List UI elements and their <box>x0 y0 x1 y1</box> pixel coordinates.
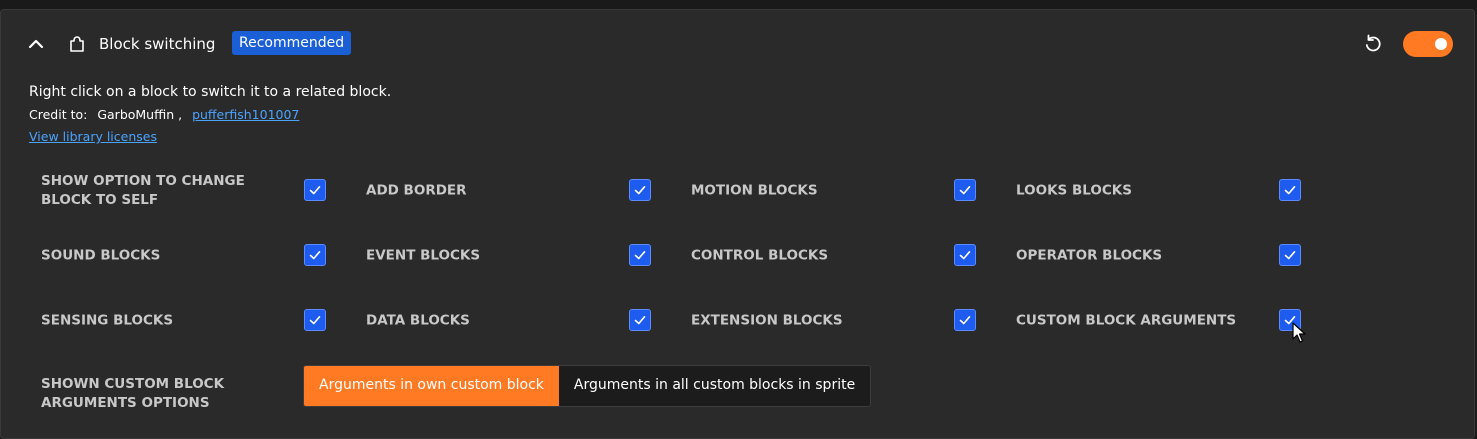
setting-checkbox[interactable] <box>304 309 326 331</box>
arguments-option-selector: Arguments in own custom block Arguments … <box>303 365 872 407</box>
setting-label: DATA BLOCKS <box>366 312 470 329</box>
setting-label: SENSING BLOCKS <box>41 312 174 329</box>
setting-sensing-blocks: SENSING BLOCKS <box>41 301 356 341</box>
setting-checkbox[interactable] <box>629 309 651 331</box>
setting-add-border: ADD BORDER <box>366 171 681 211</box>
credits-line: Credit to: GarboMuffin , pufferfish101007 <box>29 106 299 124</box>
setting-operator-blocks: OPERATOR BLOCKS <box>1016 236 1331 276</box>
check-icon <box>634 186 646 195</box>
setting-event-blocks: EVENT BLOCKS <box>366 236 681 276</box>
addon-header: Block switching Recommended <box>1 10 1474 76</box>
check-icon <box>959 316 971 325</box>
setting-checkbox[interactable] <box>304 244 326 266</box>
setting-label: SOUND BLOCKS <box>41 247 161 264</box>
addon-title: Block switching <box>99 35 216 53</box>
setting-show-option-to-change-block-to-self: SHOW OPTION TO CHANGE BLOCK TO SELF <box>41 171 356 211</box>
setting-motion-blocks: MOTION BLOCKS <box>691 171 1006 211</box>
setting-data-blocks: DATA BLOCKS <box>366 301 681 341</box>
setting-checkbox[interactable] <box>1279 244 1301 266</box>
check-icon <box>309 251 321 260</box>
check-icon <box>1284 251 1296 260</box>
option-own-custom-block[interactable]: Arguments in own custom block <box>304 366 559 406</box>
puzzle-icon <box>67 34 89 54</box>
option-all-custom-blocks[interactable]: Arguments in all custom blocks in sprite <box>558 366 871 406</box>
enable-toggle[interactable] <box>1403 31 1453 57</box>
addon-card: Block switching Recommended Right click … <box>0 9 1475 439</box>
setting-label: SHOW OPTION TO CHANGE BLOCK TO SELF <box>41 173 245 208</box>
setting-label: OPERATOR BLOCKS <box>1016 247 1163 264</box>
check-icon <box>634 316 646 325</box>
addon-description: Right click on a block to switch it to a… <box>29 84 392 100</box>
setting-checkbox[interactable] <box>954 244 976 266</box>
setting-checkbox[interactable] <box>304 179 326 201</box>
toggle-knob <box>1435 38 1447 50</box>
setting-checkbox[interactable] <box>629 244 651 266</box>
credit-garbomuffin: GarboMuffin , <box>97 107 183 122</box>
setting-label: CONTROL BLOCKS <box>691 247 829 264</box>
check-icon <box>959 186 971 195</box>
setting-label: LOOKS BLOCKS <box>1016 182 1132 199</box>
check-icon <box>309 186 321 195</box>
setting-custom-block-arguments: CUSTOM BLOCK ARGUMENTS <box>1016 301 1331 341</box>
setting-checkbox[interactable] <box>954 179 976 201</box>
chevron-up-icon[interactable] <box>25 34 47 54</box>
setting-label: EXTENSION BLOCKS <box>691 312 843 329</box>
setting-checkbox[interactable] <box>1279 179 1301 201</box>
arguments-option-label: SHOWN CUSTOM BLOCK ARGUMENTS OPTIONS <box>41 376 225 411</box>
view-licenses-link[interactable]: View library licenses <box>29 128 157 146</box>
check-icon <box>634 251 646 260</box>
setting-checkbox[interactable] <box>954 309 976 331</box>
setting-label: ADD BORDER <box>366 182 467 199</box>
mouse-cursor-icon <box>1292 322 1306 344</box>
setting-label: CUSTOM BLOCK ARGUMENTS <box>1016 312 1237 329</box>
check-icon <box>309 316 321 325</box>
recommended-badge: Recommended <box>232 31 352 55</box>
setting-looks-blocks: LOOKS BLOCKS <box>1016 171 1331 211</box>
check-icon <box>959 251 971 260</box>
setting-extension-blocks: EXTENSION BLOCKS <box>691 301 1006 341</box>
setting-label: EVENT BLOCKS <box>366 247 481 264</box>
setting-control-blocks: CONTROL BLOCKS <box>691 236 1006 276</box>
setting-checkbox[interactable] <box>629 179 651 201</box>
check-icon <box>1284 186 1296 195</box>
credit-label: Credit to: <box>29 107 88 122</box>
setting-label: MOTION BLOCKS <box>691 182 818 199</box>
setting-sound-blocks: SOUND BLOCKS <box>41 236 356 276</box>
reset-icon[interactable] <box>1362 33 1384 55</box>
credit-pufferfish-link[interactable]: pufferfish101007 <box>192 107 299 122</box>
